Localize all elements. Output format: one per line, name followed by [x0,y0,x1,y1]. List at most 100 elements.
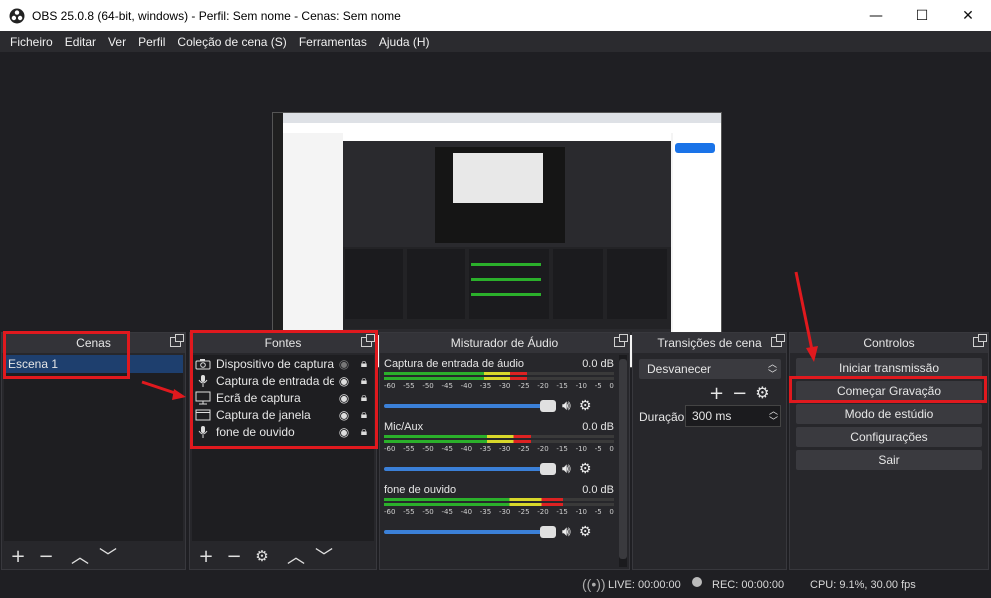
transitions-dock-title: Transições de cena [633,333,786,353]
channel-db: 0.0 dB [582,421,614,433]
audio-mixer-title: Misturador de Áudio [380,333,629,353]
record-dot-icon [692,577,702,587]
volume-slider[interactable] [384,463,556,475]
channel-header: Captura de entrada de áudio 0.0 dB [384,358,614,370]
mixer-channel: fone de ouvido 0.0 dB -60 -55 -50 -45 -40 -35 -3… [384,484,614,546]
controls-dock-title: Controlos [790,333,988,353]
scale-tick: -60 [384,445,396,453]
sources-toolbar: + − ⚙ ︿ ﹀ [190,543,376,569]
mixer-channel: Mic/Aux 0.0 dB -60 -55 -50 -45 -40 -35 -30 -25 -20… [384,421,614,483]
scale-tick: -35 [479,445,492,453]
studio-mode-button[interactable]: Modo de estúdio [796,404,982,424]
level-meter [384,377,614,380]
scenes-toolbar: + − ︿ ﹀ [2,543,185,569]
undock-icon[interactable] [170,334,184,347]
rec-status: REC: 00:00:00 [712,579,785,591]
scale-tick: -45 [441,382,453,390]
scale-tick: -40 [460,382,473,390]
scale-tick: -15 [556,445,568,453]
slider-knob[interactable] [540,463,556,475]
gear-icon[interactable]: ⚙ [579,461,592,477]
level-meter [384,440,614,443]
slider-knob[interactable] [540,526,556,538]
gear-icon[interactable]: ⚙ [579,524,592,540]
gear-icon[interactable]: ⚙ [579,398,592,414]
scale-tick: -50 [422,508,434,516]
remove-scene-button[interactable]: − [36,546,56,567]
scale-tick: -50 [422,445,434,453]
move-down-icon[interactable]: ﹀ [314,546,334,568]
stepper-icon[interactable]: ︿ ﹀ [769,406,778,426]
volume-row: 🔊︎ ⚙ [384,524,614,540]
annotation-box-scenes [3,331,130,379]
speaker-icon[interactable]: 🔊︎ [562,398,571,414]
menu-perfil[interactable]: Perfil [132,35,171,49]
maximize-button[interactable]: ☐ [899,0,945,31]
volume-slider[interactable] [384,400,556,412]
scenes-list: Escena 1 [4,355,183,541]
remove-source-button[interactable]: − [224,546,244,567]
scale-tick: -55 [403,382,415,390]
speaker-icon[interactable]: 🔊︎ [562,524,571,540]
exit-button[interactable]: Sair [796,450,982,470]
scale-tick: -55 [403,445,415,453]
annotation-box-record [789,376,987,403]
scale-tick: -50 [422,382,434,390]
transitions-dock: Transições de cena Desvanecer ︿ ﹀ + − ⚙ D… [632,332,787,570]
scale-tick: -30 [498,508,511,516]
move-down-icon[interactable]: ﹀ [98,546,118,568]
gear-icon[interactable]: ⚙ [755,383,769,404]
scale-tick: -10 [575,382,587,390]
undock-icon[interactable] [771,334,785,347]
add-source-button[interactable]: + [196,546,216,567]
channel-name: fone de ouvido [384,484,457,496]
settings-button[interactable]: Configurações [796,427,982,447]
minimize-button[interactable]: — [853,0,899,31]
scale-tick: -20 [537,445,549,453]
scale-tick: -5 [594,508,602,516]
menu-ficheiro[interactable]: Ficheiro [4,35,59,49]
menu-ver[interactable]: Ver [102,35,132,49]
channel-db: 0.0 dB [582,358,614,370]
level-meter [384,503,614,506]
transition-select[interactable]: Desvanecer ︿ ﹀ [639,359,781,379]
add-transition-button[interactable]: + [709,383,724,404]
scale-tick: -45 [441,445,453,453]
scale-tick: -55 [403,508,415,516]
gear-icon[interactable]: ⚙ [252,546,272,566]
chevron-updown-icon: ︿ ﹀ [767,359,777,379]
menu-ajuda[interactable]: Ajuda (H) [373,35,436,49]
slider-knob[interactable] [540,400,556,412]
scale-tick: -30 [498,382,511,390]
undock-icon[interactable] [614,334,628,347]
level-meter [384,435,614,438]
transition-actions: + − ⚙ [709,383,770,404]
scale-tick: -5 [594,382,602,390]
close-button[interactable]: ✕ [945,0,991,31]
cpu-status: CPU: 9.1%, 30.00 fps [810,579,916,591]
menu-bar: Ficheiro Editar Ver Perfil Coleção de ce… [0,31,991,52]
channel-header: fone de ouvido 0.0 dB [384,484,614,496]
duration-input[interactable]: 300 ms ︿ ﹀ [685,405,781,427]
volume-slider[interactable] [384,526,556,538]
meter-scale: -60 -55 -50 -45 -40 -35 -30 -25 -20 -15 -10 -5 0 [384,445,614,453]
menu-colecao-cena[interactable]: Coleção de cena (S) [171,35,292,49]
start-streaming-button[interactable]: Iniciar transmissão [796,358,982,378]
scale-tick: -20 [537,508,549,516]
move-up-icon[interactable]: ︿ [70,546,90,568]
mixer-channel: Captura de entrada de áudio 0.0 dB -60 -55-… [384,358,614,420]
menu-ferramentas[interactable]: Ferramentas [293,35,373,49]
scale-tick: -25 [518,508,530,516]
scale-tick: -30 [498,445,511,453]
menu-editar[interactable]: Editar [59,35,102,49]
scale-tick: -20 [537,382,549,390]
remove-transition-button[interactable]: − [732,383,747,404]
mixer-scrollbar[interactable] [619,355,627,567]
scale-tick: -25 [518,445,530,453]
move-up-icon[interactable]: ︿ [286,546,306,568]
speaker-icon[interactable]: 🔊︎ [562,461,571,477]
window-title: OBS 25.0.8 (64-bit, windows) - Perfil: S… [32,8,401,23]
undock-icon[interactable] [973,334,987,347]
scale-tick: -60 [384,382,396,390]
add-scene-button[interactable]: + [8,546,28,567]
